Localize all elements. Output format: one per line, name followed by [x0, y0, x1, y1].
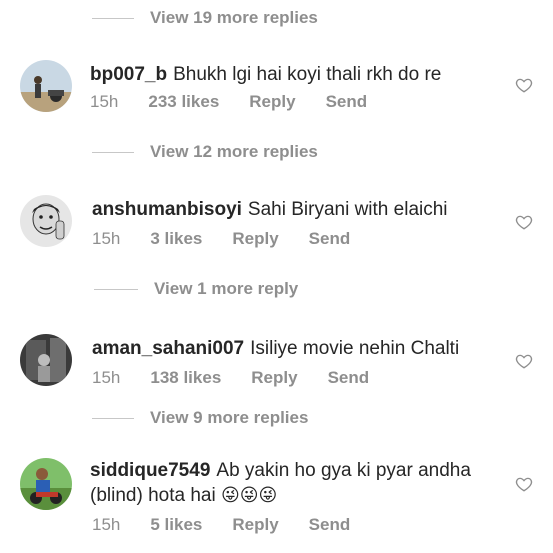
- comment-likes[interactable]: 138 likes: [150, 368, 221, 388]
- view-more-replies-button[interactable]: View 1 more reply: [94, 279, 298, 299]
- comment-username[interactable]: bp007_b: [90, 64, 167, 85]
- heart-outline-icon[interactable]: [515, 213, 533, 231]
- comment-text: bp007_b Bhukh lgi hai koyi thali rkh do r…: [90, 62, 441, 87]
- view-more-replies-label: View 12 more replies: [150, 142, 318, 161]
- comment-meta: 15h 138 likes Reply Send: [92, 368, 399, 388]
- comment-text: siddique7549 Ab yakin ho gya ki pyar andh…: [90, 458, 500, 508]
- view-more-replies-label: View 19 more replies: [150, 8, 318, 27]
- comment-time: 15h: [92, 368, 121, 387]
- avatar[interactable]: [20, 334, 72, 386]
- comment-username[interactable]: anshumanbisoyi: [92, 199, 242, 220]
- divider-line: [92, 17, 134, 19]
- reply-button[interactable]: Reply: [251, 368, 297, 388]
- comment-body-line1: Ab yakin ho gya ki pyar andha: [216, 460, 471, 481]
- send-button[interactable]: Send: [328, 368, 370, 388]
- heart-outline-icon[interactable]: [515, 475, 533, 493]
- heart-outline-icon[interactable]: [515, 352, 533, 370]
- comment-likes[interactable]: 3 likes: [150, 229, 202, 249]
- view-more-replies-label: View 1 more reply: [154, 279, 299, 298]
- comment-time: 15h: [92, 515, 121, 534]
- send-button[interactable]: Send: [326, 92, 368, 112]
- comment-text: aman_sahani007 Isiliye movie nehin Chalti: [92, 336, 459, 361]
- comment-time: 15h: [90, 92, 119, 111]
- comment-body: Isiliye movie nehin Chalti: [250, 338, 460, 359]
- divider-line: [94, 288, 138, 290]
- view-more-replies-label: View 9 more replies: [150, 408, 309, 427]
- comment-meta: 15h 233 likes Reply Send: [90, 92, 397, 112]
- divider-line: [92, 151, 134, 153]
- comment-likes[interactable]: 233 likes: [148, 92, 219, 112]
- comment-likes[interactable]: 5 likes: [150, 515, 202, 535]
- avatar[interactable]: [20, 60, 72, 112]
- divider-line: [92, 417, 134, 419]
- comment-body: Sahi Biryani with elaichi: [247, 199, 448, 220]
- reply-button[interactable]: Reply: [232, 515, 278, 535]
- comment-emojis: 😜😜😜: [220, 485, 278, 505]
- comment-meta: 15h 3 likes Reply Send: [92, 229, 380, 249]
- avatar[interactable]: [20, 195, 72, 247]
- send-button[interactable]: Send: [309, 229, 351, 249]
- heart-outline-icon[interactable]: [515, 76, 533, 94]
- avatar[interactable]: [20, 458, 72, 510]
- avatar-image: [20, 60, 72, 112]
- avatar-image: [20, 458, 72, 510]
- reply-button[interactable]: Reply: [249, 92, 295, 112]
- avatar-image: [20, 334, 72, 386]
- comment-body-line2: (blind) hota hai: [90, 485, 216, 506]
- reply-button[interactable]: Reply: [232, 229, 278, 249]
- send-button[interactable]: Send: [309, 515, 351, 535]
- comment-meta: 15h 5 likes Reply Send: [92, 515, 380, 535]
- avatar-image: [20, 195, 72, 247]
- comment-username[interactable]: siddique7549: [90, 460, 210, 481]
- view-more-replies-button[interactable]: View 19 more replies: [92, 8, 318, 28]
- comment-username[interactable]: aman_sahani007: [92, 338, 244, 359]
- comment-time: 15h: [92, 229, 121, 248]
- view-more-replies-button[interactable]: View 9 more replies: [92, 408, 308, 428]
- comment-text: anshumanbisoyi Sahi Biryani with elaichi: [92, 197, 448, 222]
- comment-body: Bhukh lgi hai koyi thali rkh do re: [173, 64, 442, 85]
- view-more-replies-button[interactable]: View 12 more replies: [92, 142, 318, 162]
